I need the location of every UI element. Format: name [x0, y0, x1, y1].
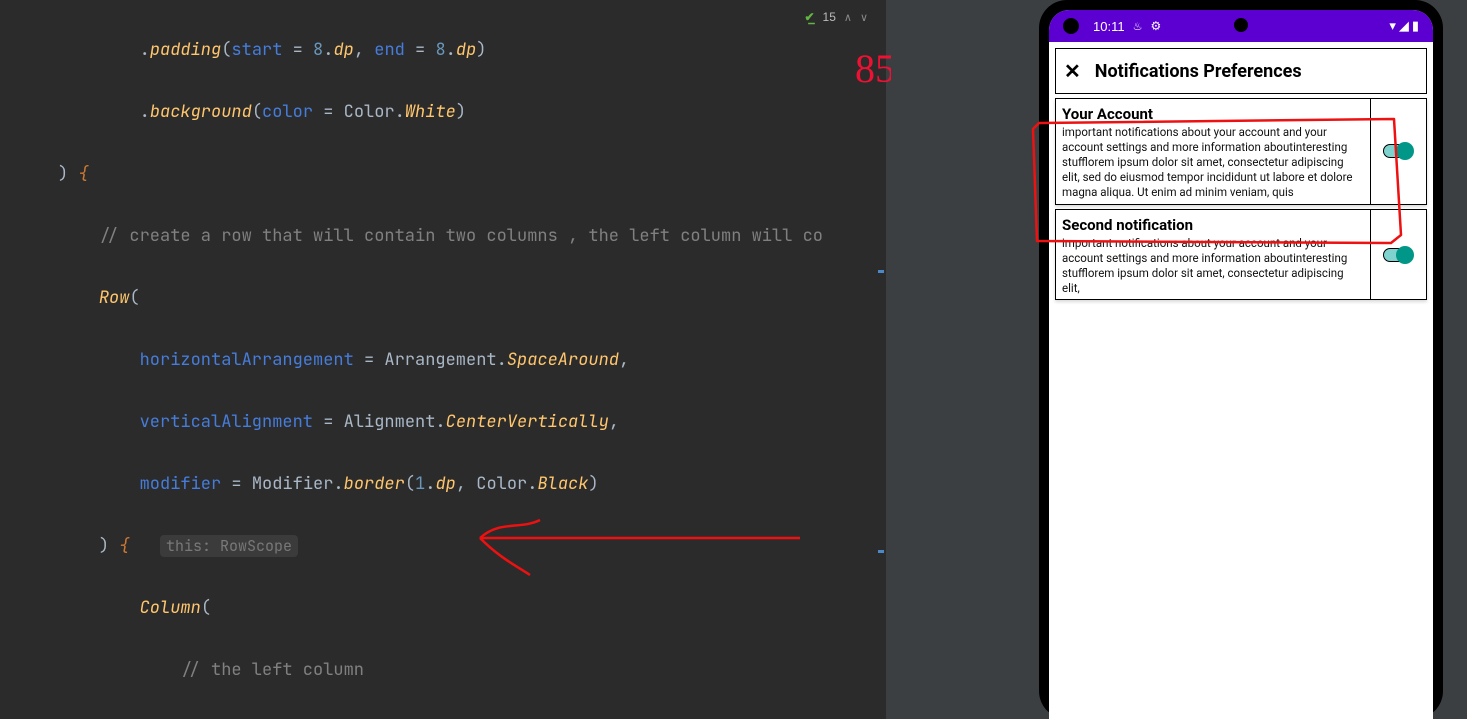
- gear-icon: ⚙: [1150, 19, 1161, 33]
- editor-scrollbar[interactable]: [876, 0, 886, 719]
- device-frame: 10:11 ♨ ⚙ ▾ ◢ ▮ ✕ Notifications Preferen…: [1039, 0, 1443, 719]
- pref-row: Your Account important notifications abo…: [1055, 98, 1427, 205]
- toggle-switch[interactable]: [1383, 248, 1413, 262]
- pref-title: Your Account: [1062, 105, 1364, 123]
- camera-dot-icon: [1063, 18, 1079, 34]
- device-preview-pane: 10:11 ♨ ⚙ ▾ ◢ ▮ ✕ Notifications Preferen…: [891, 0, 1467, 719]
- pref-body: important notifications about your accou…: [1062, 236, 1364, 296]
- pref-row: Second notification important notificati…: [1055, 209, 1427, 301]
- battery-icon: ▮: [1412, 18, 1419, 34]
- debug-icon: ♨: [1133, 20, 1143, 33]
- wifi-icon: ▾: [1389, 18, 1396, 34]
- signal-icon: ◢: [1399, 18, 1409, 34]
- toggle-switch[interactable]: [1383, 144, 1413, 158]
- device-screen[interactable]: 10:11 ♨ ⚙ ▾ ◢ ▮ ✕ Notifications Preferen…: [1049, 10, 1433, 719]
- close-icon[interactable]: ✕: [1064, 59, 1081, 83]
- camera-hole: [1234, 18, 1248, 32]
- header-title: Notifications Preferences: [1095, 61, 1302, 82]
- pref-body: important notifications about your accou…: [1062, 125, 1364, 200]
- code-editor[interactable]: ✔̲ 15 ∧ ∨ .padding(start = 8.dp, end = 8…: [0, 0, 886, 719]
- pref-title: Second notification: [1062, 216, 1364, 234]
- preferences-header: ✕ Notifications Preferences: [1055, 48, 1427, 94]
- code-text[interactable]: .padding(start = 8.dp, end = 8.dp) .back…: [0, 0, 886, 719]
- status-time: 10:11: [1093, 19, 1125, 34]
